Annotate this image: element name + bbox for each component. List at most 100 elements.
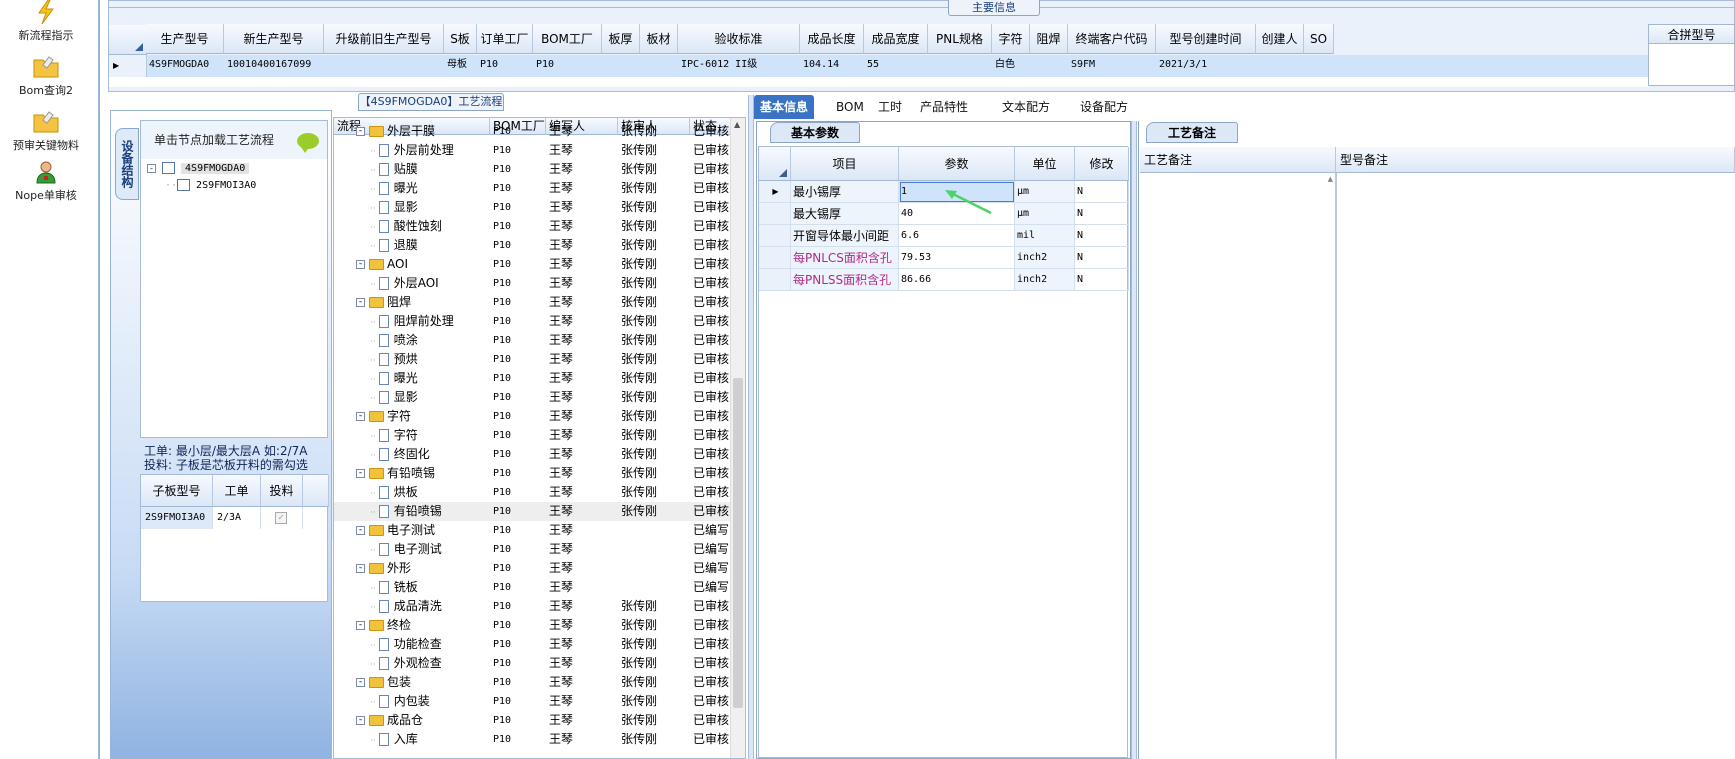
tab-5[interactable]: 设备配方 bbox=[1074, 95, 1134, 119]
splitter-handle[interactable] bbox=[1131, 121, 1137, 759]
process-row[interactable]: - 字符 P10 王琴 张传刚 已审核 bbox=[334, 407, 730, 426]
col-header[interactable]: 投料 bbox=[261, 475, 303, 507]
process-row[interactable]: ·· 显影 P10 王琴 张传刚 已审核 bbox=[334, 198, 730, 217]
process-row[interactable]: - 成品仓 P10 王琴 张传刚 已审核 bbox=[334, 711, 730, 730]
col-header[interactable]: SO bbox=[1304, 24, 1334, 54]
process-row[interactable]: ·· 烘板 P10 王琴 张传刚 已审核 bbox=[334, 483, 730, 502]
tab-equipment-structure[interactable]: 设备结构 bbox=[115, 128, 139, 200]
process-row[interactable]: - 终检 P10 王琴 张传刚 已审核 bbox=[334, 616, 730, 635]
main-info-cell[interactable]: 4S9FMOGDA0 bbox=[146, 54, 224, 76]
process-row[interactable]: - 电子测试 P10 王琴 已编写 bbox=[334, 521, 730, 540]
param-value[interactable]: 79.53 bbox=[899, 247, 1015, 269]
col-header[interactable]: 单位 bbox=[1015, 147, 1075, 181]
tab-process-notes[interactable]: 工艺备注 bbox=[1146, 122, 1238, 143]
col-header[interactable]: BOM工厂 bbox=[533, 24, 602, 54]
model-note-area[interactable] bbox=[1336, 173, 1735, 759]
collapse-icon[interactable]: - bbox=[147, 164, 156, 173]
process-row[interactable]: ·· 贴膜 P10 王琴 张传刚 已审核 bbox=[334, 160, 730, 179]
col-header[interactable]: 参数 bbox=[899, 147, 1015, 181]
process-row[interactable]: ·· 外层前处理 P10 王琴 张传刚 已审核 bbox=[334, 141, 730, 160]
collapse-icon[interactable]: - bbox=[356, 678, 365, 687]
collapse-icon[interactable]: - bbox=[356, 526, 365, 535]
col-header[interactable]: 项目 bbox=[791, 147, 899, 181]
sidebar-item-prereview[interactable]: 预审关键物料 bbox=[0, 110, 92, 153]
col-header[interactable]: 新生产型号 bbox=[224, 24, 324, 54]
tab-0[interactable]: 基本信息 bbox=[754, 95, 815, 119]
process-flow-scrollbar[interactable]: ▲ bbox=[730, 118, 745, 758]
process-row[interactable]: - 外层干膜 P10 王琴 张传刚 已审核 bbox=[334, 122, 730, 141]
tree-node-child[interactable]: ·· 2S9FMOI3A0 bbox=[165, 178, 256, 194]
process-row[interactable]: ·· 成品清洗 P10 王琴 张传刚 已审核 bbox=[334, 597, 730, 616]
main-info-cell[interactable]: 母板 bbox=[444, 54, 477, 76]
process-row[interactable]: ·· 电子测试 P10 王琴 已编写 bbox=[334, 540, 730, 559]
main-info-cell[interactable] bbox=[324, 54, 444, 76]
col-header[interactable]: 字符 bbox=[992, 24, 1030, 54]
col-header[interactable]: 成品宽度 bbox=[864, 24, 928, 54]
col-header[interactable]: S板 bbox=[444, 24, 477, 54]
col-header[interactable]: 成品长度 bbox=[800, 24, 864, 54]
process-row[interactable]: ·· 曝光 P10 王琴 张传刚 已审核 bbox=[334, 369, 730, 388]
main-info-cell[interactable]: 55 bbox=[864, 54, 928, 76]
col-header[interactable]: 创建人 bbox=[1256, 24, 1304, 54]
col-header[interactable]: PNL规格 bbox=[928, 24, 992, 54]
param-value[interactable]: 86.66 bbox=[899, 269, 1015, 291]
collapse-icon[interactable]: - bbox=[356, 716, 365, 725]
comment-icon[interactable] bbox=[297, 133, 319, 153]
process-row[interactable]: ·· 功能检查 P10 王琴 张传刚 已审核 bbox=[334, 635, 730, 654]
main-info-cell[interactable] bbox=[1030, 54, 1068, 76]
process-row[interactable]: ·· 入库 P10 王琴 张传刚 已审核 bbox=[334, 730, 730, 749]
col-header[interactable]: 升级前旧生产型号 bbox=[324, 24, 444, 54]
col-header[interactable]: 修改 bbox=[1075, 147, 1129, 181]
main-info-cell[interactable]: IPC-6012 II级 bbox=[678, 54, 800, 76]
process-row[interactable]: ·· 外观检查 P10 王琴 张传刚 已审核 bbox=[334, 654, 730, 673]
main-info-cell[interactable]: 10010400167099 bbox=[224, 54, 324, 76]
tab-2[interactable]: 工时 bbox=[872, 95, 908, 119]
process-row[interactable]: - 有铅喷锡 P10 王琴 张传刚 已审核 bbox=[334, 464, 730, 483]
param-value[interactable]: 6.6 bbox=[899, 225, 1015, 247]
col-header[interactable]: 订单工厂 bbox=[477, 24, 533, 54]
col-header[interactable]: 工单 bbox=[213, 475, 261, 507]
col-header[interactable]: 板厚 bbox=[602, 24, 640, 54]
process-row[interactable]: - 包装 P10 王琴 张传刚 已审核 bbox=[334, 673, 730, 692]
process-row[interactable]: ·· 曝光 P10 王琴 张传刚 已审核 bbox=[334, 179, 730, 198]
process-row[interactable]: ·· 铣板 P10 王琴 已编写 bbox=[334, 578, 730, 597]
col-header[interactable]: 板材 bbox=[640, 24, 678, 54]
process-row[interactable]: ·· 阻焊前处理 P10 王琴 张传刚 已审核 bbox=[334, 312, 730, 331]
scroll-thumb[interactable] bbox=[733, 378, 743, 708]
main-info-cell[interactable]: 104.14 bbox=[800, 54, 864, 76]
sub-board-feeding-checkbox[interactable]: ✓ bbox=[261, 507, 303, 529]
col-header[interactable]: 阻焊 bbox=[1030, 24, 1068, 54]
tree-node-root[interactable]: - 4S9FMOGDA0 bbox=[147, 161, 250, 177]
main-info-cell[interactable]: P10 bbox=[477, 54, 533, 76]
main-info-cell[interactable]: 2021/3/1 bbox=[1156, 54, 1256, 76]
process-row[interactable]: ·· 内包装 P10 王琴 张传刚 已审核 bbox=[334, 692, 730, 711]
tab-1[interactable]: BOM bbox=[830, 95, 870, 119]
main-info-cell[interactable] bbox=[640, 54, 678, 76]
main-info-cell[interactable]: P10 bbox=[533, 54, 602, 76]
sidebar-item-bom-query[interactable]: Bom查询2 bbox=[0, 55, 92, 98]
collapse-icon[interactable]: - bbox=[356, 564, 365, 573]
main-info-cell[interactable] bbox=[928, 54, 992, 76]
tab-4[interactable]: 文本配方 bbox=[996, 95, 1056, 119]
sub-board-model[interactable]: 2S9FMOI3A0 bbox=[141, 507, 213, 529]
col-header[interactable]: 型号创建时间 bbox=[1156, 24, 1256, 54]
sidebar-item-nope-review[interactable]: Nope单审核 bbox=[0, 160, 92, 203]
splitter-handle[interactable] bbox=[748, 95, 754, 759]
col-header[interactable]: 生产型号 bbox=[146, 24, 224, 54]
collapse-icon[interactable]: - bbox=[356, 127, 365, 136]
main-info-cell[interactable]: 白色 bbox=[992, 54, 1030, 76]
col-header[interactable]: 验收标准 bbox=[678, 24, 800, 54]
process-row[interactable]: - 阻焊 P10 王琴 张传刚 已审核 bbox=[334, 293, 730, 312]
process-row[interactable]: - 外形 P10 王琴 已编写 bbox=[334, 559, 730, 578]
process-row[interactable]: ·· 退膜 P10 王琴 张传刚 已审核 bbox=[334, 236, 730, 255]
process-row[interactable]: ·· 显影 P10 王琴 张传刚 已审核 bbox=[334, 388, 730, 407]
process-row[interactable]: ·· 终固化 P10 王琴 张传刚 已审核 bbox=[334, 445, 730, 464]
main-info-cell[interactable]: S9FM bbox=[1068, 54, 1156, 76]
process-note-area[interactable]: ▲ bbox=[1140, 173, 1336, 759]
tab-basic-params[interactable]: 基本参数 bbox=[770, 122, 860, 143]
process-row[interactable]: - AOI P10 王琴 张传刚 已审核 bbox=[334, 255, 730, 274]
main-info-cell[interactable] bbox=[1256, 54, 1304, 76]
process-row[interactable]: ·· 喷涂 P10 王琴 张传刚 已审核 bbox=[334, 331, 730, 350]
sub-board-workorder[interactable]: 2/3A bbox=[213, 507, 261, 529]
collapse-icon[interactable]: - bbox=[356, 260, 365, 269]
